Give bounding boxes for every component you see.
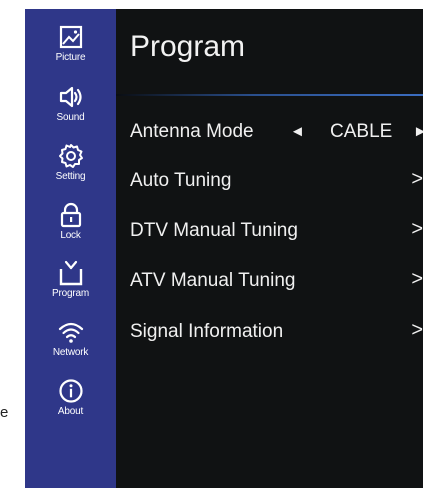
stray-text: e — [0, 404, 8, 421]
picture-icon — [59, 25, 82, 49]
info-icon — [58, 379, 83, 403]
menu-item-label: DTV Manual Tuning — [130, 220, 298, 241]
right-arrow-icon[interactable]: ► — [413, 121, 423, 143]
sidebar-item-label: Lock — [60, 230, 81, 241]
menu-item-label: ATV Manual Tuning — [130, 270, 296, 291]
speaker-icon — [59, 86, 82, 108]
sidebar-item-network[interactable]: Network — [25, 319, 116, 375]
sidebar-item-label: Picture — [55, 52, 86, 63]
sidebar-menu: Picture Sound Setting Lock Program Netwo… — [25, 9, 116, 488]
sidebar-item-label: Setting — [55, 171, 86, 182]
title-divider — [116, 94, 423, 96]
sidebar-item-label: Program — [52, 288, 89, 299]
lock-icon — [60, 202, 81, 228]
sidebar-item-picture[interactable]: Picture — [25, 24, 116, 80]
menu-item-signal-information[interactable]: Signal Information > — [116, 313, 423, 349]
menu-item-antenna-mode[interactable]: Antenna Mode ◄ CABLE ► — [116, 113, 423, 149]
menu-item-label: Signal Information — [130, 321, 284, 342]
wifi-icon — [58, 322, 83, 343]
page-title: Program — [130, 30, 246, 63]
left-arrow-icon[interactable]: ◄ — [290, 121, 305, 143]
antenna-mode-value: CABLE — [330, 121, 393, 142]
chevron-right-icon: > — [411, 268, 423, 290]
sidebar-item-lock[interactable]: Lock — [25, 202, 116, 258]
sidebar-item-about[interactable]: About — [25, 378, 116, 434]
sidebar-item-sound[interactable]: Sound — [25, 84, 116, 140]
sidebar-item-program[interactable]: Program — [25, 260, 116, 316]
menu-item-label: Antenna Mode — [130, 121, 254, 142]
menu-item-dtv-manual-tuning[interactable]: DTV Manual Tuning > — [116, 212, 423, 248]
menu-item-label: Auto Tuning — [130, 170, 232, 191]
sidebar-item-setting[interactable]: Setting — [25, 143, 116, 199]
program-panel: Program Antenna Mode ◄ CABLE ► Auto Tuni… — [116, 9, 423, 488]
menu-item-atv-manual-tuning[interactable]: ATV Manual Tuning > — [116, 262, 423, 298]
sidebar-item-label: Sound — [56, 112, 85, 123]
chevron-right-icon: > — [411, 218, 423, 240]
menu-item-auto-tuning[interactable]: Auto Tuning > — [116, 162, 423, 198]
chevron-right-icon: > — [411, 319, 423, 341]
chevron-right-icon: > — [411, 168, 423, 190]
tv-icon — [59, 260, 82, 286]
gear-icon — [58, 144, 83, 168]
sidebar-item-label: Network — [52, 347, 89, 358]
sidebar-item-label: About — [57, 406, 84, 417]
